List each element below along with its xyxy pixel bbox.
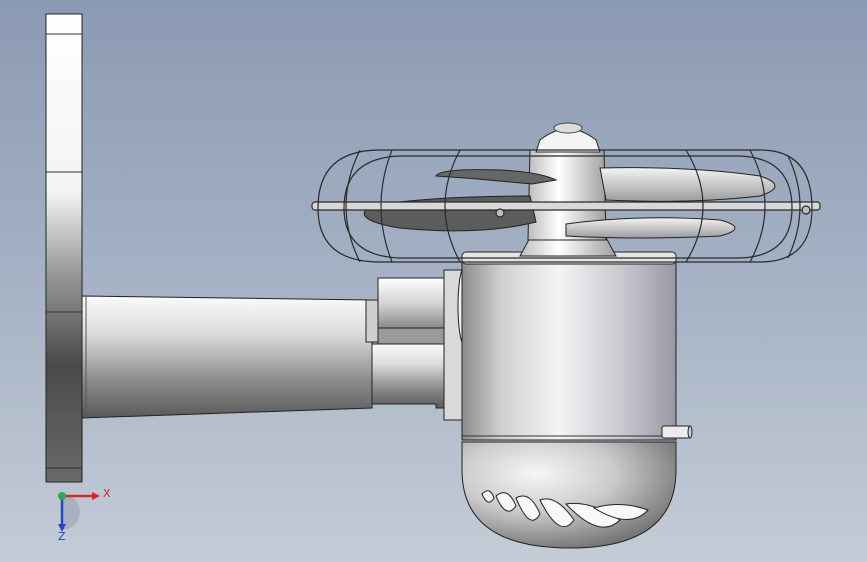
wall-plate[interactable]: [45, 13, 83, 483]
z-axis-label: Z: [58, 530, 66, 543]
x-arrowhead-icon: [92, 492, 100, 500]
motor-housing[interactable]: [461, 251, 677, 443]
mounting-collar[interactable]: [365, 267, 471, 421]
side-nozzle[interactable]: [661, 425, 693, 439]
x-axis-label: X: [103, 487, 111, 500]
cad-viewport[interactable]: X Z: [0, 0, 867, 562]
model-view[interactable]: X Z: [0, 0, 867, 562]
coordinate-triad: X Z: [58, 487, 111, 543]
slotted-dome[interactable]: [461, 441, 677, 549]
y-axis-dot: [58, 492, 66, 500]
